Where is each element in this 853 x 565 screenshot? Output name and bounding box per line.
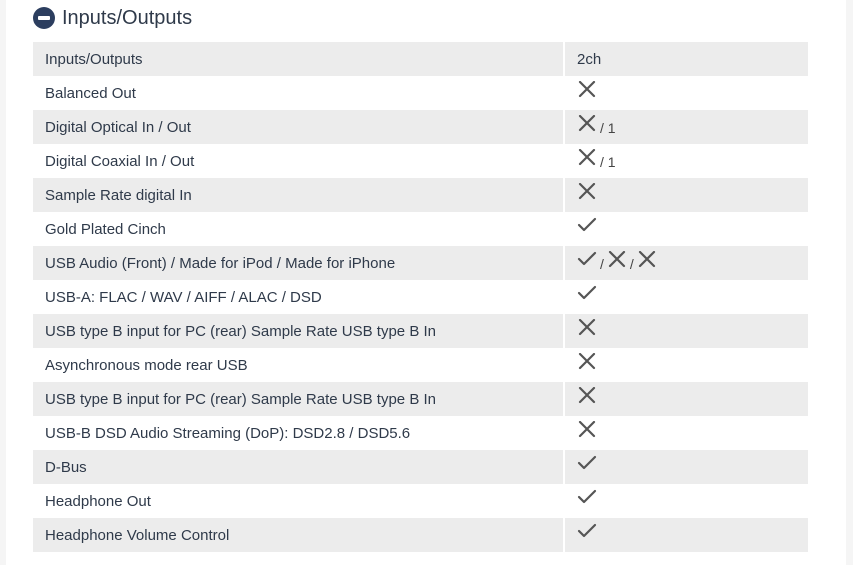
- table-row: D-Bus: [33, 450, 808, 484]
- value-separator: /: [629, 256, 634, 272]
- table-row: USB-B DSD Audio Streaming (DoP): DSD2.8 …: [33, 416, 808, 450]
- cross-icon: [637, 251, 657, 269]
- spec-value: [564, 382, 808, 416]
- spec-label: USB-B DSD Audio Streaming (DoP): DSD2.8 …: [33, 416, 565, 450]
- value-separator: / 1: [600, 120, 616, 136]
- spec-value: [564, 450, 808, 484]
- spec-value: 2ch: [564, 42, 808, 76]
- cross-icon: [577, 81, 597, 99]
- spec-label: Sample Rate digital In: [33, 178, 565, 212]
- table-row: Sample Rate digital In: [33, 178, 808, 212]
- spec-value: [564, 314, 808, 348]
- cross-icon: [577, 387, 597, 405]
- table-row: Inputs/Outputs 2ch: [33, 42, 808, 76]
- table-row: Headphone Volume Control: [33, 518, 808, 552]
- spec-label: D-Bus: [33, 450, 565, 484]
- spec-label: Inputs/Outputs: [33, 42, 565, 76]
- section-header[interactable]: Inputs/Outputs: [33, 5, 192, 31]
- table-row: Asynchronous mode rear USB: [33, 348, 808, 382]
- spec-value: [564, 416, 808, 450]
- table-row: USB Audio (Front) / Made for iPod / Made…: [33, 246, 808, 280]
- spec-value: [564, 280, 808, 314]
- spec-label: Balanced Out: [33, 76, 565, 110]
- table-row: Headphone Out: [33, 484, 808, 518]
- value-separator: / 1: [600, 154, 616, 170]
- spec-label: Headphone Volume Control: [33, 518, 565, 552]
- spec-label: USB-A: FLAC / WAV / AIFF / ALAC / DSD: [33, 280, 565, 314]
- table-row: Digital Optical In / Out / 1: [33, 110, 808, 144]
- spec-value: [564, 348, 808, 382]
- spec-label: USB type B input for PC (rear) Sample Ra…: [33, 382, 565, 416]
- table-row: Balanced Out: [33, 76, 808, 110]
- spec-value: [564, 212, 808, 246]
- spec-label: Gold Plated Cinch: [33, 212, 565, 246]
- cross-icon: [577, 319, 597, 337]
- spec-value: [564, 484, 808, 518]
- check-icon: [577, 523, 597, 541]
- cross-icon: [607, 251, 627, 269]
- spec-label: Asynchronous mode rear USB: [33, 348, 565, 382]
- spec-label: USB type B input for PC (rear) Sample Ra…: [33, 314, 565, 348]
- table-row: USB type B input for PC (rear) Sample Ra…: [33, 314, 808, 348]
- spec-value: [564, 178, 808, 212]
- spec-table: Inputs/Outputs 2ch Balanced Out Digital Opt…: [33, 42, 808, 552]
- check-icon: [577, 489, 597, 507]
- check-icon: [577, 251, 597, 269]
- spec-value: [564, 76, 808, 110]
- table-row: Digital Coaxial In / Out / 1: [33, 144, 808, 178]
- spec-value: / 1: [564, 144, 808, 178]
- cross-icon: [577, 353, 597, 371]
- spec-value: / 1: [564, 110, 808, 144]
- minus-circle-icon[interactable]: [33, 7, 55, 29]
- value-text: 2ch: [577, 50, 602, 68]
- table-row: Gold Plated Cinch: [33, 212, 808, 246]
- spec-label: Digital Coaxial In / Out: [33, 144, 565, 178]
- spec-label: Digital Optical In / Out: [33, 110, 565, 144]
- check-icon: [577, 285, 597, 303]
- check-icon: [577, 455, 597, 473]
- cross-icon: [577, 183, 597, 201]
- cross-icon: [577, 115, 597, 133]
- section-title: Inputs/Outputs: [62, 6, 193, 29]
- spec-label: Headphone Out: [33, 484, 565, 518]
- spec-value: / /: [564, 246, 808, 280]
- cross-icon: [577, 149, 597, 167]
- table-row: USB-A: FLAC / WAV / AIFF / ALAC / DSD: [33, 280, 808, 314]
- check-icon: [577, 217, 597, 235]
- cross-icon: [577, 421, 597, 439]
- value-separator: /: [600, 256, 604, 272]
- table-row: USB type B input for PC (rear) Sample Ra…: [33, 382, 808, 416]
- spec-value: [564, 518, 808, 552]
- spec-label: USB Audio (Front) / Made for iPod / Made…: [33, 246, 565, 280]
